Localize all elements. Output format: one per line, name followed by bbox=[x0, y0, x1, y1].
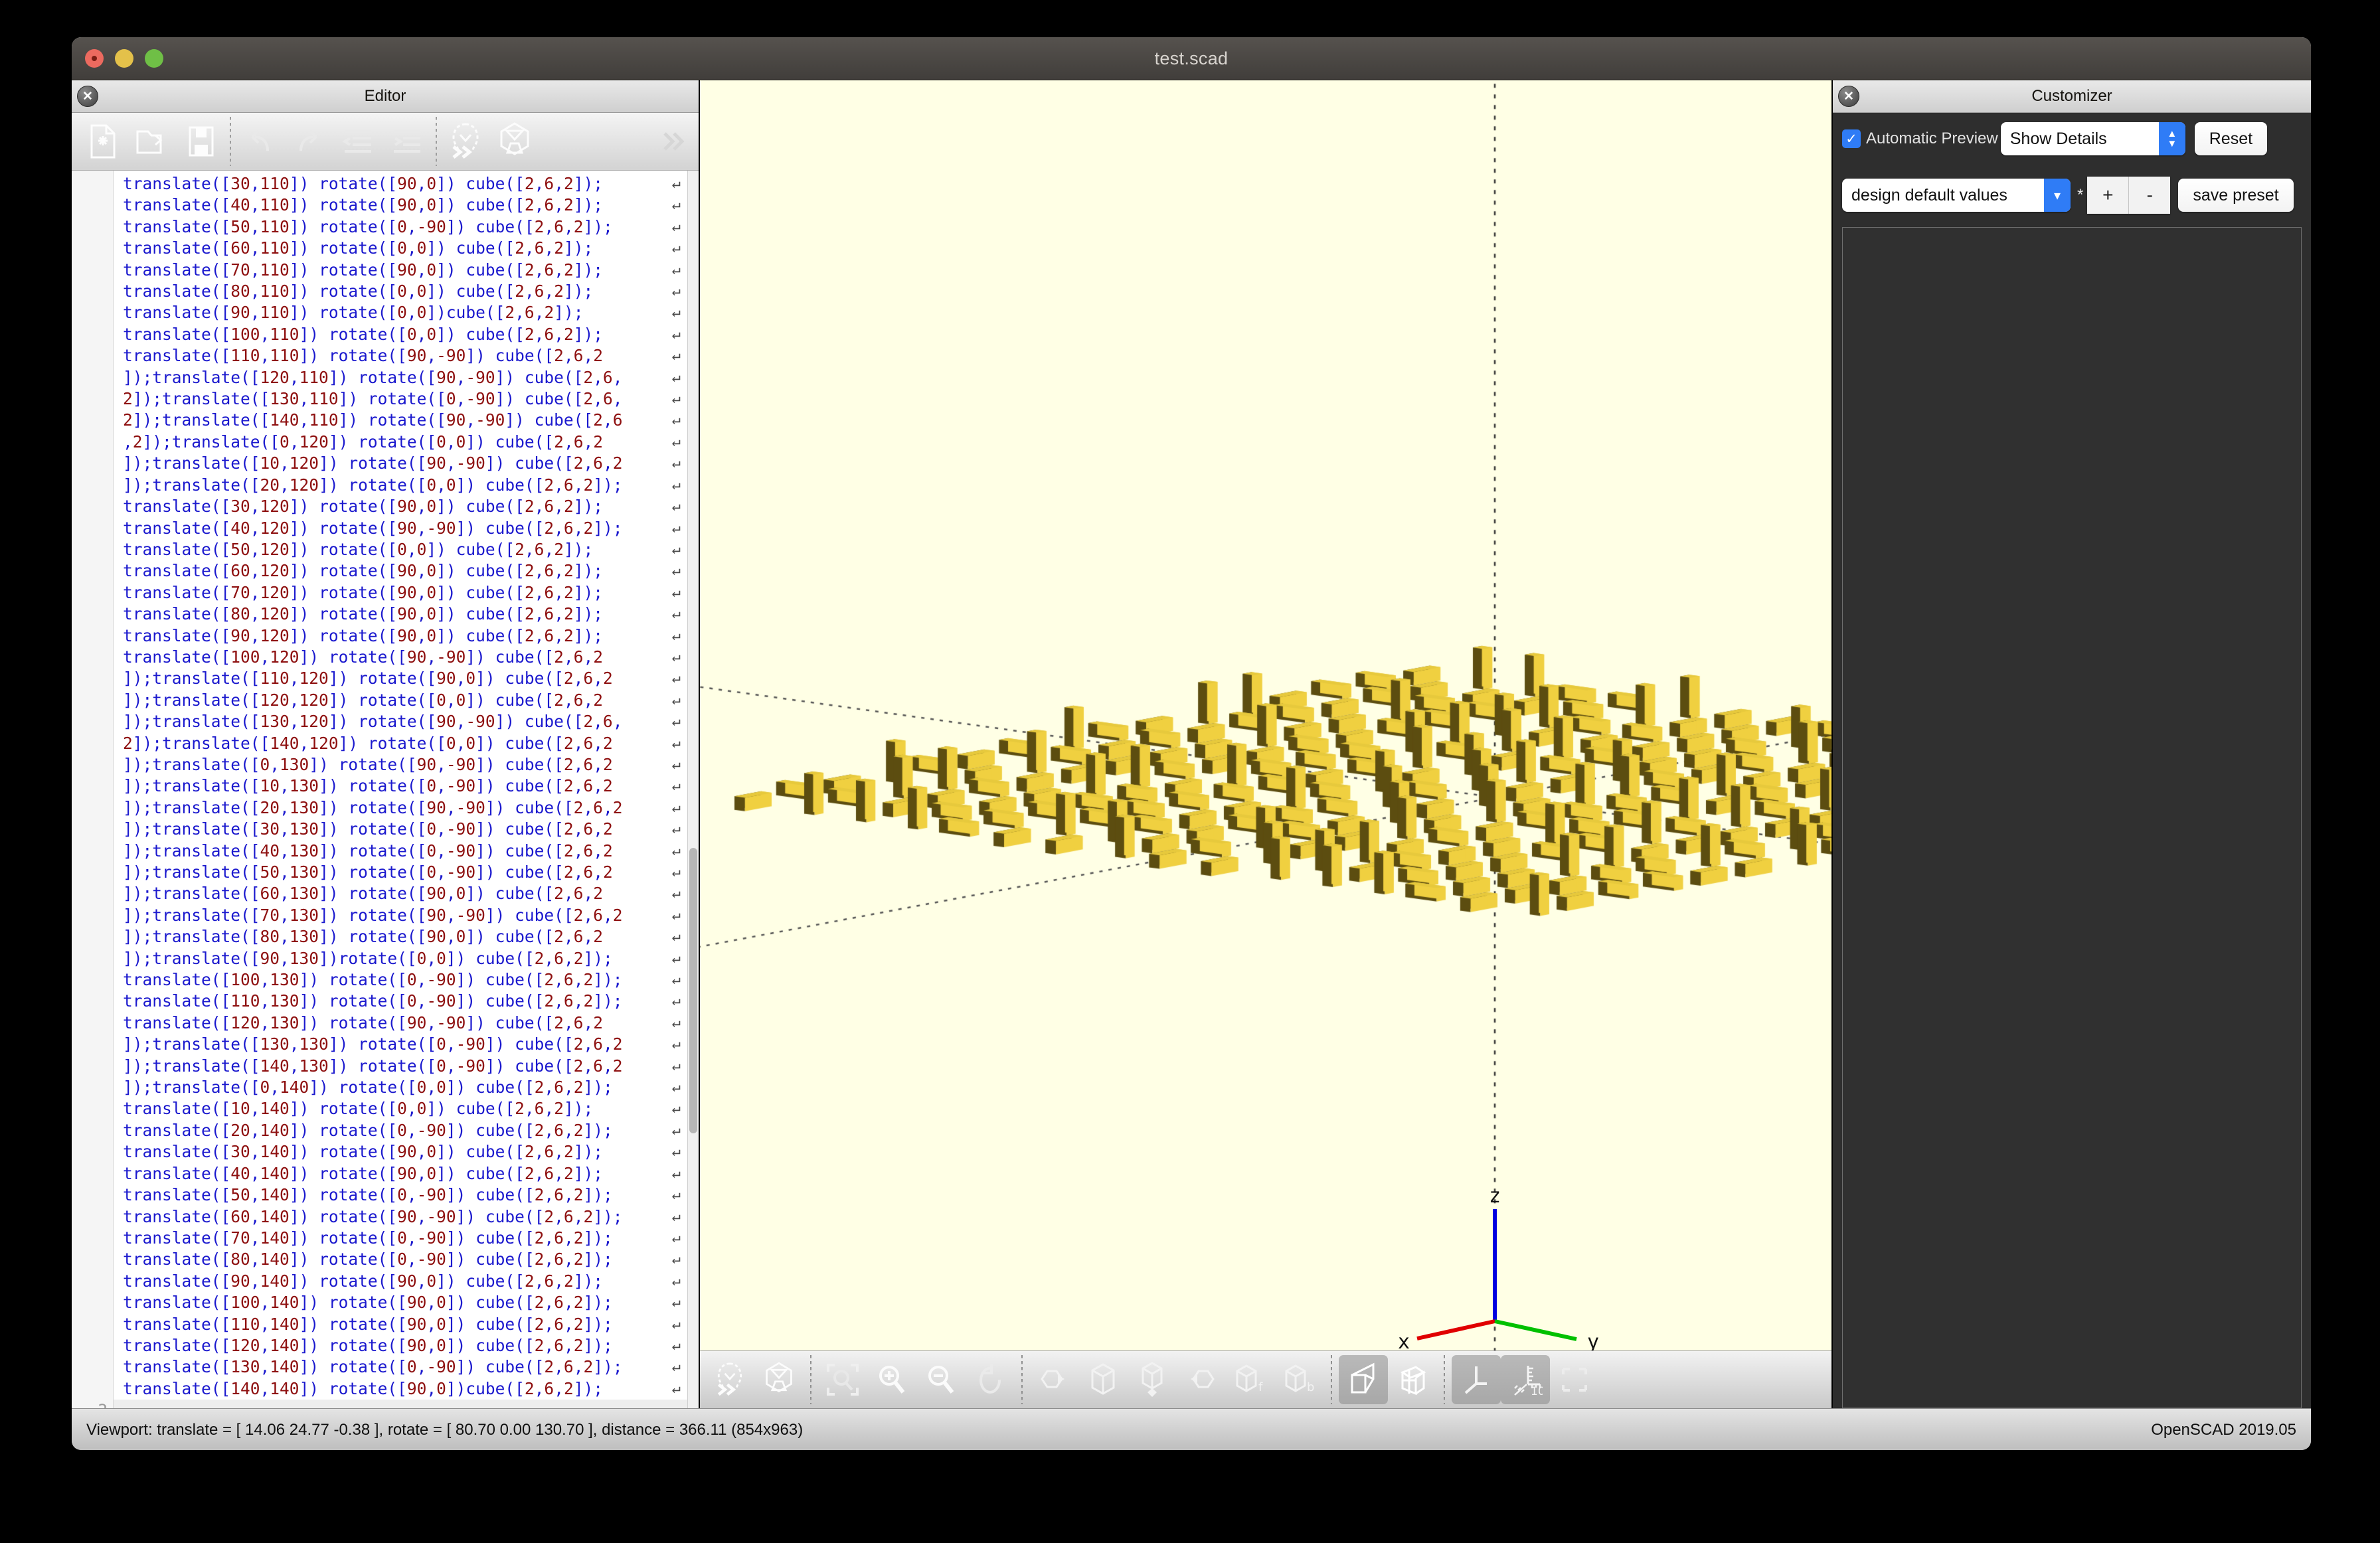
save-preset-button[interactable]: save preset bbox=[2178, 179, 2294, 212]
detail-level-value: Show Details bbox=[2009, 129, 2107, 148]
toolbar-separator bbox=[436, 117, 437, 166]
view-right-icon[interactable] bbox=[1029, 1355, 1078, 1404]
automatic-preview-label: Automatic Preview bbox=[1866, 129, 1998, 147]
new-file-icon[interactable] bbox=[78, 117, 128, 166]
line-number-gutter: 2 bbox=[72, 171, 114, 1408]
toolbar-separator bbox=[1331, 1355, 1332, 1404]
orthogonal-icon[interactable] bbox=[1388, 1355, 1437, 1404]
customizer-row-preview: ✓ Automatic Preview Show Details ▲ ▼ Rese… bbox=[1842, 122, 2302, 155]
stepper-icon[interactable]: ▲ ▼ bbox=[2158, 122, 2185, 155]
customizer-body: ✓ Automatic Preview Show Details ▲ ▼ Rese… bbox=[1833, 113, 2311, 1408]
window-title: test.scad bbox=[1154, 48, 1229, 68]
reset-view-icon[interactable] bbox=[966, 1355, 1015, 1404]
show-crosshairs-icon[interactable] bbox=[1550, 1355, 1599, 1404]
perspective-icon[interactable] bbox=[1339, 1355, 1388, 1404]
view-front-icon[interactable]: f bbox=[1226, 1355, 1275, 1404]
save-file-icon[interactable] bbox=[177, 117, 226, 166]
preset-select[interactable]: design default values ▾ bbox=[1842, 179, 2071, 212]
detail-level-select[interactable]: Show Details ▲ ▼ bbox=[2000, 122, 2185, 155]
toolbar-separator bbox=[1444, 1355, 1445, 1404]
check-icon: ✓ bbox=[1845, 131, 1857, 147]
window-titlebar: test.scad bbox=[72, 37, 2311, 80]
preset-value: design default values bbox=[1851, 185, 2007, 204]
toolbar-separator bbox=[230, 117, 231, 166]
remove-preset-button[interactable]: - bbox=[2128, 177, 2170, 214]
axis-label-y: y bbox=[1587, 1331, 1599, 1350]
axis-label-x: x bbox=[1398, 1331, 1410, 1350]
viewport-status-text: Viewport: translate = [ 14.06 24.77 -0.3… bbox=[86, 1421, 804, 1439]
line-number: 2 bbox=[98, 1401, 108, 1408]
status-bar: Viewport: translate = [ 14.06 24.77 -0.3… bbox=[72, 1408, 2311, 1450]
editor-scroll-thumb[interactable] bbox=[689, 848, 697, 1133]
scad-source-code[interactable]: translate([30,110]) rotate([90,0]) cube(… bbox=[114, 171, 687, 1400]
viewport-panel: z x y f b 10 bbox=[700, 80, 1833, 1408]
preset-add-remove-group: + - bbox=[2087, 177, 2171, 214]
close-editor-icon[interactable]: ✕ bbox=[77, 86, 98, 107]
chevron-down-icon[interactable]: ▾ bbox=[2044, 179, 2071, 212]
toolbar-separator bbox=[810, 1355, 811, 1404]
view-bottom-icon[interactable] bbox=[1128, 1355, 1177, 1404]
editor-panel: ✕ Editor translate([30,110]) rotate([90,… bbox=[72, 80, 700, 1408]
preview-icon[interactable] bbox=[441, 117, 490, 166]
render-icon[interactable] bbox=[754, 1355, 804, 1404]
customizer-row-preset: design default values ▾ * + - save prese… bbox=[1842, 177, 2302, 214]
view-left-icon[interactable] bbox=[1177, 1355, 1226, 1404]
wrap-markers: ↵ ↵ ↵ ↵ ↵ ↵ ↵ ↵ ↵ ↵ ↵ ↵ ↵ ↵ ↵ ↵ ↵ ↵ ↵ ↵ … bbox=[671, 175, 681, 1397]
toolbar-separator bbox=[1021, 1355, 1023, 1404]
axis-indicator: z x y bbox=[1398, 1184, 1599, 1350]
scale-marker-label: 10 bbox=[1531, 1385, 1543, 1398]
undo-icon[interactable] bbox=[235, 117, 284, 166]
customizer-panel: ✕ Customizer ✓ Automatic Preview Show De… bbox=[1833, 80, 2311, 1408]
svg-text:b: b bbox=[1307, 1380, 1314, 1394]
customizer-parameters-pane[interactable] bbox=[1842, 227, 2302, 1408]
svg-text:f: f bbox=[1258, 1380, 1263, 1394]
editor-vertical-scrollbar[interactable] bbox=[687, 171, 699, 1408]
add-preset-button[interactable]: + bbox=[2087, 177, 2128, 214]
3d-viewport[interactable]: z x y bbox=[700, 80, 1831, 1350]
modified-marker: * bbox=[2077, 186, 2084, 204]
version-label: OpenSCAD 2019.05 bbox=[2151, 1421, 2296, 1439]
show-axes-icon[interactable] bbox=[1452, 1355, 1501, 1404]
overflow-chevron-icon[interactable] bbox=[653, 117, 692, 166]
reset-button[interactable]: Reset bbox=[2194, 122, 2268, 155]
viewport-toolbar: f b 10 bbox=[700, 1350, 1831, 1408]
redo-icon[interactable] bbox=[284, 117, 333, 166]
indent-icon[interactable] bbox=[382, 117, 432, 166]
zoom-out-icon[interactable] bbox=[916, 1355, 966, 1404]
unindent-icon[interactable] bbox=[333, 117, 382, 166]
close-customizer-icon[interactable]: ✕ bbox=[1838, 86, 1859, 107]
current-line-highlight bbox=[114, 1399, 687, 1408]
editor-toolbar bbox=[72, 113, 699, 171]
openscad-window: test.scad ✕ Editor translate([30,110]) r… bbox=[72, 37, 2311, 1450]
render-icon[interactable] bbox=[490, 117, 539, 166]
preview-icon[interactable] bbox=[705, 1355, 754, 1404]
show-scale-markers-icon[interactable]: 10 bbox=[1501, 1355, 1550, 1404]
axis-label-z: z bbox=[1489, 1184, 1501, 1208]
main-body: ✕ Editor translate([30,110]) rotate([90,… bbox=[72, 80, 2311, 1408]
automatic-preview-checkbox[interactable]: ✓ bbox=[1842, 129, 1861, 148]
customizer-panel-header: ✕ Customizer bbox=[1833, 80, 2311, 113]
open-file-icon[interactable] bbox=[128, 117, 177, 166]
view-back-icon[interactable]: b bbox=[1275, 1355, 1324, 1404]
view-top-icon[interactable] bbox=[1078, 1355, 1128, 1404]
zoom-all-icon[interactable] bbox=[818, 1355, 867, 1404]
editor-panel-header: ✕ Editor bbox=[72, 80, 699, 113]
editor-panel-title: Editor bbox=[364, 87, 406, 105]
editor-text-area[interactable]: 2 translate([30,110]) rotate([90,0]) cub… bbox=[72, 171, 699, 1408]
zoom-in-icon[interactable] bbox=[867, 1355, 916, 1404]
code-view[interactable]: translate([30,110]) rotate([90,0]) cube(… bbox=[114, 171, 687, 1408]
customizer-panel-title: Customizer bbox=[2031, 87, 2112, 105]
